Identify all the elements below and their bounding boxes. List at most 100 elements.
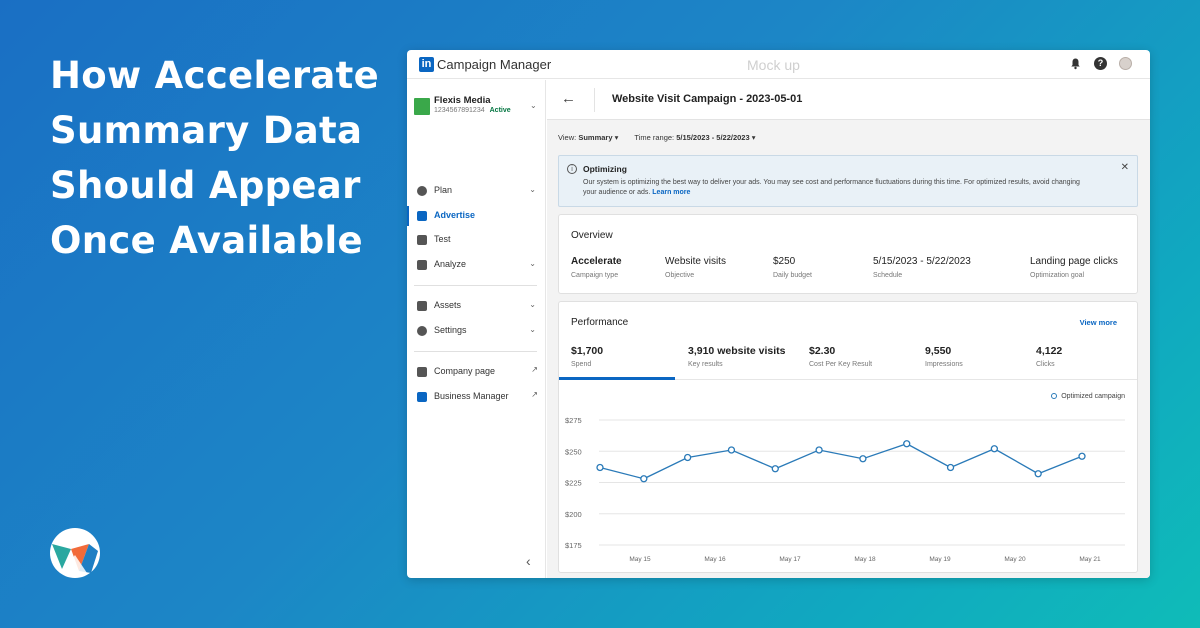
- caret-down-icon[interactable]: ▾: [752, 133, 756, 142]
- learn-more-link[interactable]: Learn more: [652, 189, 690, 196]
- back-arrow-icon[interactable]: ←: [561, 90, 576, 107]
- help-icon[interactable]: ?: [1094, 57, 1107, 70]
- linkedin-logo: in: [419, 57, 434, 72]
- overview-objective: Website visits Objective: [665, 256, 726, 279]
- campaign-manager-window: in Campaign Manager Mock up ? Flexis Med…: [407, 50, 1150, 578]
- sidebar-item-plan[interactable]: Plan ⌄: [407, 181, 546, 201]
- bell-icon[interactable]: [1069, 57, 1082, 70]
- page-title: Website Visit Campaign - 2023-05-01: [612, 93, 803, 105]
- collapse-sidebar-icon[interactable]: ‹: [526, 553, 531, 569]
- performance-title: Performance: [571, 317, 629, 328]
- view-label: View:: [558, 133, 577, 142]
- page-header: ← Website Visit Campaign - 2023-05-01: [547, 80, 1150, 120]
- account-id: 1234567891234 Active: [434, 107, 511, 114]
- data-point: [946, 463, 955, 472]
- metric-impressions[interactable]: 9,550 Impressions: [925, 345, 963, 368]
- optimizing-alert: i Optimizing Our system is optimizing th…: [558, 155, 1138, 207]
- brand-logo: [50, 528, 100, 578]
- assets-icon: [417, 301, 427, 311]
- chevron-down-icon: ⌄: [529, 300, 536, 309]
- data-point: [859, 455, 867, 463]
- account-status: Active: [489, 107, 511, 114]
- chevron-down-icon: ⌄: [529, 185, 536, 194]
- data-point: [640, 475, 648, 483]
- overview-optimization-goal: Landing page clicks Optimization goal: [1030, 256, 1118, 279]
- overview-card: Overview Accelerate Campaign type Websit…: [558, 214, 1138, 294]
- active-metric-indicator: [559, 377, 675, 380]
- series-line: [599, 443, 1083, 480]
- overview-schedule: 5/15/2023 - 5/22/2023 Schedule: [873, 256, 971, 279]
- sidebar-item-settings[interactable]: Settings ⌄: [407, 321, 546, 341]
- main-content: ← Website Visit Campaign - 2023-05-01 Vi…: [547, 80, 1150, 578]
- alert-title: Optimizing: [583, 164, 627, 174]
- flask-icon: [417, 235, 427, 245]
- y-tick-label: $175: [565, 541, 582, 550]
- legend-marker: [1051, 393, 1058, 399]
- y-tick-label: $200: [565, 510, 582, 519]
- sidebar-item-analyze[interactable]: Analyze ⌄: [407, 255, 546, 275]
- x-tick-label: May 15: [629, 556, 651, 563]
- view-more-link[interactable]: View more: [1080, 318, 1117, 327]
- metric-key-results[interactable]: 3,910 website visits Key results: [688, 345, 785, 368]
- metric-spend[interactable]: $1,700 Spend: [571, 345, 603, 368]
- chevron-down-icon: ⌄: [529, 259, 536, 268]
- data-point: [815, 446, 823, 454]
- sidebar-item-business-manager[interactable]: Business Manager ↗: [407, 387, 546, 407]
- overview-daily-budget: $250 Daily budget: [773, 256, 812, 279]
- performance-chart: $275 $250 $225 $200 $175 May 15 May 16 May 17 Ma…: [565, 416, 1125, 563]
- performance-card: Performance View more $1,700 Spend 3,910…: [558, 301, 1138, 573]
- sidebar-item-test[interactable]: Test: [407, 230, 546, 250]
- account-logo: [414, 98, 430, 115]
- data-point: [596, 463, 604, 472]
- sidebar-divider: [414, 351, 537, 352]
- avatar[interactable]: [1119, 57, 1132, 70]
- data-point: [727, 446, 736, 454]
- gear-icon: [417, 326, 427, 336]
- data-point: [1078, 452, 1086, 460]
- app-title: Campaign Manager: [437, 57, 552, 72]
- top-bar: in Campaign Manager Mock up ?: [407, 50, 1150, 79]
- account-switcher[interactable]: Flexis Media 1234567891234 Active ⌄: [414, 95, 539, 117]
- data-point: [990, 445, 999, 453]
- data-point: [771, 465, 779, 473]
- headline: How Accelerate Summary Data Should Appea…: [50, 54, 380, 262]
- caret-down-icon[interactable]: ▾: [615, 133, 619, 142]
- mockup-watermark: Mock up: [747, 57, 800, 73]
- time-range-label: Time range:: [634, 133, 675, 142]
- data-point: [683, 453, 692, 462]
- external-link-icon: ↗: [531, 390, 538, 399]
- data-point: [1034, 470, 1042, 478]
- y-tick-label: $225: [565, 479, 582, 488]
- sidebar-item-assets[interactable]: Assets ⌄: [407, 296, 546, 316]
- x-tick-label: May 17: [779, 556, 801, 563]
- sidebar-divider: [414, 285, 537, 286]
- time-range-select[interactable]: 5/15/2023 - 5/22/2023: [676, 133, 749, 142]
- view-select[interactable]: Summary: [578, 133, 612, 142]
- close-icon[interactable]: ✕: [1121, 162, 1129, 173]
- chevron-down-icon[interactable]: ⌄: [530, 101, 537, 110]
- sidebar: Flexis Media 1234567891234 Active ⌄ Plan …: [407, 80, 546, 578]
- alert-body: Our system is optimizing the best way to…: [583, 179, 1080, 196]
- y-tick-label: $275: [565, 416, 582, 425]
- x-tick-label: May 18: [854, 556, 876, 563]
- sidebar-item-company-page[interactable]: Company page ↗: [407, 362, 546, 382]
- x-tick-label: May 19: [929, 556, 951, 563]
- overview-campaign-type: Accelerate Campaign type: [571, 256, 622, 279]
- x-tick-label: May 21: [1079, 556, 1101, 563]
- overview-title: Overview: [571, 230, 613, 241]
- megaphone-icon: [417, 211, 427, 221]
- filter-bar: View: Summary ▾ Time range: 5/15/2023 - …: [558, 133, 756, 142]
- x-tick-label: May 16: [704, 556, 726, 563]
- external-link-icon: ↗: [531, 365, 538, 374]
- linkedin-icon: [417, 392, 427, 402]
- x-tick-label: May 20: [1004, 556, 1026, 563]
- data-point: [903, 440, 911, 448]
- sidebar-item-advertise[interactable]: Advertise: [407, 206, 546, 226]
- metric-cost-per-key-result[interactable]: $2.30 Cost Per Key Result: [809, 345, 872, 368]
- y-tick-label: $250: [565, 447, 582, 456]
- company-icon: [417, 367, 427, 377]
- metric-clicks[interactable]: 4,122 Clicks: [1036, 345, 1062, 368]
- chevron-down-icon: ⌄: [529, 325, 536, 334]
- compass-icon: [417, 186, 427, 196]
- chart-legend: Optimized campaign: [1051, 393, 1125, 400]
